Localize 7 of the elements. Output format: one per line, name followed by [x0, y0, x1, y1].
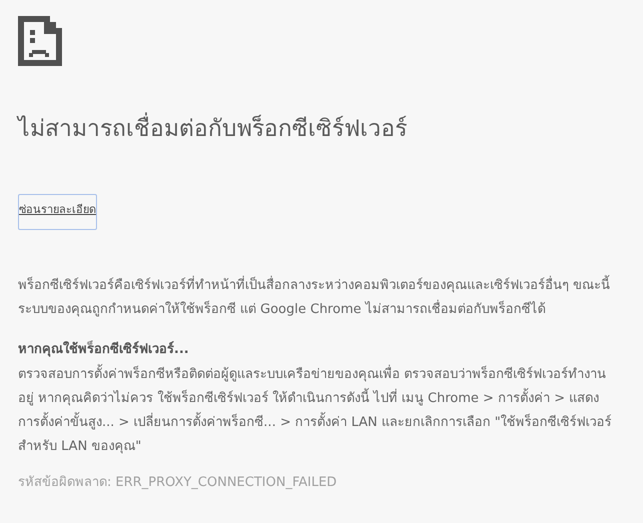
suggestion-heading: หากคุณใช้พร็อกซีเซิร์ฟเวอร์...: [18, 340, 190, 359]
hide-details-button[interactable]: ซ่อนรายละเอียด: [18, 194, 97, 230]
error-code: รหัสข้อผิดพลาด: ERR_PROXY_CONNECTION_FAILED: [18, 474, 338, 492]
error-description: พร็อกซีเซิร์ฟเวอร์คือเซิร์ฟเวอร์ที่ทำหน้าที่เป็นสื่อกลางระหว่างคอมพิวเตอร์ของคุณและเซิร์ฟเวอร์อื่นๆ ขณะนี้ระบบของคุณถูกกำหนดค่าให้ใช้พร็อกซี แต่ Google Chrome ไม่สามารถเชื่อมต่อกับพร็อกซีได้: [18, 274, 618, 322]
suggestion-text: ตรวจสอบการตั้งค่าพร็อกซีหรือติดต่อผู้ดูแลระบบเครือข่ายของคุณเพื่อ ตรวจสอบว่าพร็อกซีเซิร์ฟเวอร์ทำงานอยู่ หากคุณคิดว่าไม่ควร ใช้พร็อกซีเซิร์ฟเวอร์ ให้ดำเนินการดังนี้ ไปที่ เมนู Chrome > การตั้งค่า > แสดงการตั้งค่าขั้นสูง... > เปลี่ยนการตั้งค่าพร็อกซี... > การตั้งค่า LAN และยกเลิกการเลือก "ใช้พร็อกซีเซิร์ฟเวอร์สำหรับ LAN ของคุณ": [18, 363, 618, 459]
sad-page-icon: [18, 16, 62, 66]
error-title: ไม่สามารถเชื่อมต่อกับพร็อกซีเซิร์ฟเวอร์: [18, 110, 618, 146]
